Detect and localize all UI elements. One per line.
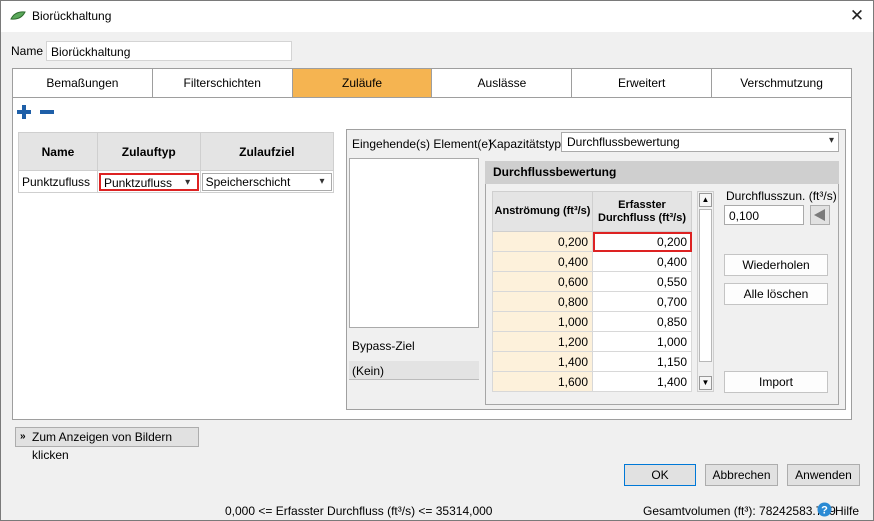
double-chevron-down-icon: »: [20, 431, 26, 442]
svg-text:?: ?: [821, 505, 828, 517]
inflow-rate-cell[interactable]: 0,200: [492, 231, 593, 252]
captured-flow-cell[interactable]: 0,400: [592, 251, 692, 272]
table-row[interactable]: Punktzufluss Punktzufluss ▾ Speicherschi…: [18, 170, 335, 193]
table-row[interactable]: 0,600 0,550: [492, 271, 692, 292]
incoming-elements-list[interactable]: [349, 158, 479, 328]
inflow-name-cell[interactable]: Punktzufluss: [18, 170, 98, 193]
column-header-captured-flow: Erfasster Durchfluss (ft³/s): [592, 191, 692, 232]
inflow-rate-cell[interactable]: 0,400: [492, 251, 593, 272]
help-icon[interactable]: ?: [817, 502, 832, 517]
increment-label: Durchflusszun. (ft³/s): [726, 189, 837, 203]
tab-strip: Bemaßungen Filterschichten Zuläufe Auslä…: [12, 68, 852, 98]
close-icon[interactable]: ✕: [847, 6, 867, 26]
bypass-target-field[interactable]: (Kein): [349, 361, 479, 380]
table-row[interactable]: 0,200 0,200: [492, 231, 692, 252]
column-header-inflow-target: Zulaufziel: [199, 132, 335, 171]
table-row[interactable]: 0,800 0,700: [492, 291, 692, 312]
triangle-left-icon: [814, 209, 825, 221]
name-label: Name: [11, 44, 44, 58]
incoming-elements-label: Eingehende(s) Element(e): [352, 137, 493, 151]
apply-increment-button[interactable]: [810, 205, 830, 225]
inflow-target-select[interactable]: Speicherschicht ▾: [201, 172, 332, 191]
constraint-text: 0,000 <= Erfasster Durchfluss (ft³/s) <=…: [225, 504, 493, 518]
tab-filter-layers[interactable]: Filterschichten: [152, 69, 293, 97]
inflow-rate-cell[interactable]: 0,600: [492, 271, 593, 292]
scroll-up-icon[interactable]: ▲: [699, 193, 712, 207]
rating-group-title: Durchflussbewertung: [485, 161, 839, 184]
inflow-table: Name Zulauftyp Zulaufziel Punktzufluss P…: [18, 132, 335, 193]
total-volume-text: Gesamtvolumen (ft³): 78242583.789: [643, 504, 836, 518]
captured-flow-cell[interactable]: 1,150: [592, 351, 692, 372]
captured-flow-cell[interactable]: 0,850: [592, 311, 692, 332]
inflow-rate-cell[interactable]: 1,600: [492, 371, 593, 392]
window-title: Biorückhaltung: [32, 9, 112, 23]
column-header-inflow-rate: Anströmung (ft³/s): [492, 191, 593, 232]
title-bar: Biorückhaltung ✕: [1, 1, 873, 32]
captured-flow-cell[interactable]: 1,000: [592, 331, 692, 352]
scroll-thumb[interactable]: [699, 209, 712, 362]
inflow-rate-cell[interactable]: 1,400: [492, 351, 593, 372]
column-header-name: Name: [18, 132, 98, 171]
cancel-button[interactable]: Abbrechen: [705, 464, 778, 486]
ok-button[interactable]: OK: [624, 464, 696, 486]
name-input[interactable]: Biorückhaltung: [46, 41, 292, 61]
capacity-type-value: Durchflussbewertung: [567, 135, 680, 149]
minus-icon[interactable]: [39, 104, 55, 120]
apply-button[interactable]: Anwenden: [787, 464, 860, 486]
inflow-rate-cell[interactable]: 1,000: [492, 311, 593, 332]
captured-flow-cell[interactable]: 0,550: [592, 271, 692, 292]
bypass-label: Bypass-Ziel: [352, 339, 415, 353]
chevron-down-icon[interactable]: ▾: [314, 174, 330, 190]
rating-scrollbar[interactable]: ▲ ▼: [697, 191, 714, 392]
tab-pollution[interactable]: Verschmutzung: [712, 69, 851, 97]
tab-inflows[interactable]: Zuläufe: [292, 69, 433, 97]
column-header-inflow-type: Zulauftyp: [96, 132, 201, 171]
captured-flow-cell[interactable]: 0,700: [592, 291, 692, 312]
rating-table: Anströmung (ft³/s) Erfasster Durchfluss …: [492, 191, 692, 392]
table-row[interactable]: 1,600 1,400: [492, 371, 692, 392]
clear-all-button[interactable]: Alle löschen: [724, 283, 828, 305]
repeat-button[interactable]: Wiederholen: [724, 254, 828, 276]
plus-icon[interactable]: [16, 104, 32, 120]
captured-flow-cell[interactable]: 1,400: [592, 371, 692, 392]
tab-outlets[interactable]: Auslässe: [432, 69, 573, 97]
help-link[interactable]: Hilfe: [835, 504, 859, 518]
inflow-rate-cell[interactable]: 1,200: [492, 331, 593, 352]
inflow-type-select[interactable]: Punktzufluss ▾: [98, 172, 199, 191]
chevron-down-icon[interactable]: ▾: [829, 135, 834, 146]
show-images-button[interactable]: » Zum Anzeigen von Bildern klicken: [15, 427, 199, 462]
table-row[interactable]: 1,000 0,850: [492, 311, 692, 332]
tab-dimensions[interactable]: Bemaßungen: [13, 69, 153, 97]
captured-flow-cell[interactable]: 0,200: [592, 231, 692, 252]
tab-advanced[interactable]: Erweitert: [572, 69, 713, 97]
capacity-type-label: Kapazitätstyp: [489, 137, 562, 151]
import-button[interactable]: Import: [724, 371, 828, 393]
dialog-window: Biorückhaltung ✕ Name Biorückhaltung Bem…: [0, 0, 874, 521]
scroll-down-icon[interactable]: ▼: [699, 376, 712, 390]
table-row[interactable]: 1,200 1,000: [492, 331, 692, 352]
biorecovery-icon: [10, 11, 26, 20]
capacity-type-select[interactable]: Durchflussbewertung ▾: [561, 132, 839, 152]
inflow-target-value: Speicherschicht: [205, 174, 291, 189]
inflow-rate-cell[interactable]: 0,800: [492, 291, 593, 312]
table-row[interactable]: 0,400 0,400: [492, 251, 692, 272]
chevron-down-icon[interactable]: ▾: [180, 175, 196, 191]
table-row[interactable]: 1,400 1,150: [492, 351, 692, 372]
increment-input[interactable]: 0,100: [724, 205, 804, 225]
inflow-type-value: Punktzufluss: [103, 175, 172, 190]
